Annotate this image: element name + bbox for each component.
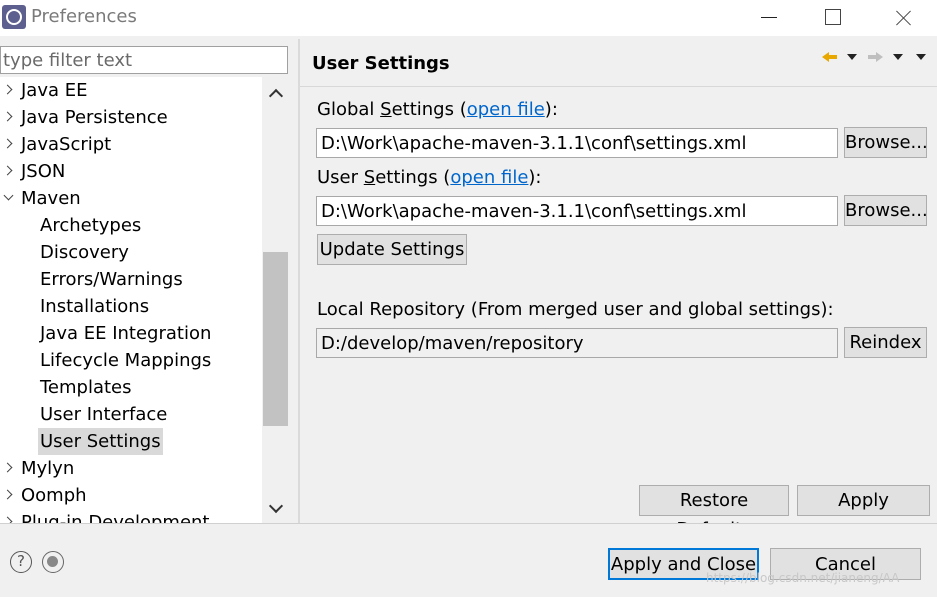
tree-item-user-interface[interactable]: User Interface <box>0 401 262 428</box>
user-settings-field[interactable] <box>316 196 838 226</box>
preferences-tree: Java EE Java Persistence JavaScript JSON Mav… <box>0 77 262 523</box>
update-settings-button[interactable]: Update Settings <box>317 234 467 265</box>
tree-item-label: Lifecycle Mappings <box>40 350 212 371</box>
chevron-down-icon[interactable] <box>4 193 14 203</box>
dialog-button-bar: ? Apply and Close Cancel https://blog.cs… <box>0 523 937 597</box>
chevron-right-icon[interactable] <box>4 490 14 500</box>
minimize-button[interactable] <box>745 0 791 36</box>
tree-item-java-persistence[interactable]: Java Persistence <box>0 104 262 131</box>
user-settings-open-file-link[interactable]: open file <box>450 167 528 188</box>
forward-dropdown-icon[interactable] <box>893 54 903 60</box>
tree-item-label: User Interface <box>40 404 168 425</box>
tree-item-plug-in-development[interactable]: Plug-in Development <box>0 509 262 523</box>
scroll-down-icon[interactable] <box>269 501 281 513</box>
global-settings-field[interactable] <box>316 128 838 158</box>
apply-button[interactable]: Apply <box>797 485 930 516</box>
user-browse-button[interactable]: Browse... <box>844 195 928 226</box>
chevron-right-icon[interactable] <box>4 85 14 95</box>
close-button[interactable] <box>880 0 926 36</box>
tree-item-label: Errors/Warnings <box>40 269 183 290</box>
chevron-right-icon[interactable] <box>4 463 14 473</box>
tree-item-oomph[interactable]: Oomph <box>0 482 262 509</box>
tree-item-lifecycle-mappings[interactable]: Lifecycle Mappings <box>0 347 262 374</box>
tree-item-installations[interactable]: Installations <box>0 293 262 320</box>
watermark-text: https://blog.csdn.net/jianeng/AA <box>706 571 900 585</box>
tree-item-label: Archetypes <box>40 215 142 236</box>
restore-defaults-button[interactable]: Restore Defaults <box>639 485 789 540</box>
eclipse-icon <box>2 5 26 29</box>
local-repository-label: Local Repository (From merged user and g… <box>317 299 834 320</box>
tree-item-label: Mylyn <box>21 458 75 479</box>
local-repository-field <box>316 328 838 358</box>
preference-page: User Settings Global Settings (open file… <box>300 39 937 540</box>
scroll-thumb[interactable] <box>263 252 288 426</box>
tree-item-label: JavaScript <box>21 134 112 155</box>
scroll-up-icon[interactable] <box>269 87 281 99</box>
tree-item-label: Java EE Integration <box>40 323 212 344</box>
tree-item-label: JSON <box>21 161 66 182</box>
tree-item-label: Templates <box>40 377 132 398</box>
global-settings-label: Global Settings (open file): <box>317 99 558 120</box>
tree-item-label: Installations <box>40 296 150 317</box>
view-menu-icon[interactable] <box>916 54 926 60</box>
reindex-button[interactable]: Reindex <box>844 327 927 358</box>
tree-item-label: Plug-in Development <box>21 512 210 523</box>
forward-arrow-icon[interactable] <box>868 50 884 64</box>
tree-item-errors-warnings[interactable]: Errors/Warnings <box>0 266 262 293</box>
tree-item-label: Java EE <box>21 80 88 101</box>
maximize-button[interactable] <box>808 0 854 36</box>
page-title: User Settings <box>312 53 450 74</box>
global-browse-button[interactable]: Browse... <box>844 127 928 158</box>
chevron-right-icon[interactable] <box>4 166 14 176</box>
filter-input[interactable] <box>0 46 288 74</box>
tree-item-user-settings[interactable]: User Settings <box>0 428 262 455</box>
chevron-right-icon[interactable] <box>4 139 14 149</box>
user-settings-label: User Settings (open file): <box>317 167 542 188</box>
tree-item-java-ee-integration[interactable]: Java EE Integration <box>0 320 262 347</box>
global-settings-open-file-link[interactable]: open file <box>467 99 545 120</box>
tree-item-javascript[interactable]: JavaScript <box>0 131 262 158</box>
tree-item-templates[interactable]: Templates <box>0 374 262 401</box>
back-arrow-icon[interactable] <box>822 50 838 64</box>
tree-item-label: User Settings <box>38 428 163 455</box>
window-title: Preferences <box>31 6 137 27</box>
tree-item-label: Discovery <box>40 242 129 263</box>
preferences-nav-panel: Java EE Java Persistence JavaScript JSON Mav… <box>0 39 298 523</box>
tree-item-java-ee[interactable]: Java EE <box>0 77 262 104</box>
tree-item-discovery[interactable]: Discovery <box>0 239 262 266</box>
page-header: User Settings <box>300 39 937 87</box>
tree-item-json[interactable]: JSON <box>0 158 262 185</box>
title-bar: Preferences <box>0 0 937 36</box>
chevron-right-icon[interactable] <box>4 112 14 122</box>
tree-item-archetypes[interactable]: Archetypes <box>0 212 262 239</box>
record-icon[interactable] <box>42 551 64 573</box>
tree-item-label: Oomph <box>21 485 87 506</box>
tree-item-label: Java Persistence <box>21 107 168 128</box>
back-dropdown-icon[interactable] <box>847 54 857 60</box>
tree-scrollbar[interactable] <box>262 77 288 523</box>
tree-item-maven[interactable]: Maven <box>0 185 262 212</box>
tree-item-label: Maven <box>21 188 81 209</box>
tree-item-mylyn[interactable]: Mylyn <box>0 455 262 482</box>
help-icon[interactable]: ? <box>10 551 32 573</box>
